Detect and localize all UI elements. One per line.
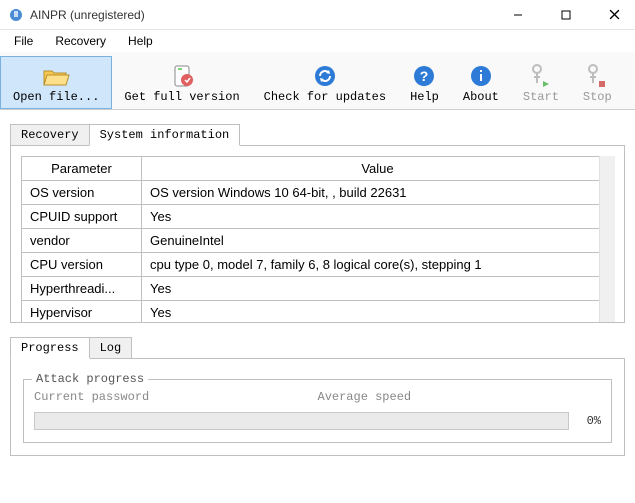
about-label: About: [463, 90, 499, 104]
help-button[interactable]: ? Help: [398, 56, 451, 109]
cell-value: OS version Windows 10 64-bit, , build 22…: [142, 181, 614, 205]
window-controls: [505, 2, 627, 28]
updates-icon: [311, 62, 339, 90]
menu-help[interactable]: Help: [118, 32, 163, 50]
progress-percent: 0%: [577, 414, 601, 428]
table-row[interactable]: CPUID supportYes: [22, 205, 614, 229]
average-speed-label: Average speed: [318, 390, 602, 404]
table-row[interactable]: CPU versioncpu type 0, model 7, family 6…: [22, 253, 614, 277]
cell-parameter: CPUID support: [22, 205, 142, 229]
open-icon: [42, 62, 70, 90]
system-information-panel: Parameter Value OS versionOS version Win…: [10, 145, 625, 323]
cell-value: cpu type 0, model 7, family 6, 8 logical…: [142, 253, 614, 277]
cell-value: Yes: [142, 205, 614, 229]
getfull-label: Get full version: [124, 90, 239, 104]
stop-label: Stop: [583, 90, 612, 104]
close-button[interactable]: [601, 2, 627, 28]
help-icon: ?: [410, 62, 438, 90]
maximize-button[interactable]: [553, 2, 579, 28]
getfull-button[interactable]: Get full version: [112, 56, 251, 109]
stop-button: Stop: [571, 56, 624, 109]
cell-parameter: OS version: [22, 181, 142, 205]
current-password-label: Current password: [34, 390, 318, 404]
window-title: AINPR (unregistered): [30, 8, 505, 22]
minimize-button[interactable]: [505, 2, 531, 28]
tab-progress[interactable]: Progress: [10, 337, 90, 359]
svg-text:?: ?: [420, 68, 429, 84]
system-info-table: Parameter Value OS versionOS version Win…: [21, 156, 614, 323]
bottom-tabs: Progress Log: [10, 337, 625, 359]
open-label: Open file...: [13, 90, 99, 104]
cell-parameter: Hypervisor: [22, 301, 142, 324]
table-row[interactable]: vendorGenuineIntel: [22, 229, 614, 253]
tab-log[interactable]: Log: [89, 337, 133, 359]
col-value[interactable]: Value: [142, 157, 614, 181]
attack-progress-legend: Attack progress: [32, 372, 148, 386]
progress-panel: Attack progress Current password Average…: [10, 358, 625, 456]
app-icon: [8, 7, 24, 23]
tab-recovery[interactable]: Recovery: [10, 124, 90, 146]
table-row[interactable]: OS versionOS version Windows 10 64-bit, …: [22, 181, 614, 205]
cell-value: Yes: [142, 301, 614, 324]
getfull-icon: [168, 62, 196, 90]
menubar: File Recovery Help: [0, 30, 635, 52]
menu-file[interactable]: File: [4, 32, 43, 50]
updates-label: Check for updates: [264, 90, 386, 104]
stop-icon: [583, 62, 611, 90]
attack-progress-group: Attack progress Current password Average…: [23, 379, 612, 443]
cell-parameter: Hyperthreadi...: [22, 277, 142, 301]
cell-parameter: CPU version: [22, 253, 142, 277]
start-label: Start: [523, 90, 559, 104]
table-row[interactable]: Hyperthreadi...Yes: [22, 277, 614, 301]
titlebar: AINPR (unregistered): [0, 0, 635, 30]
col-parameter[interactable]: Parameter: [22, 157, 142, 181]
scrollbar[interactable]: [599, 156, 615, 323]
about-icon: [467, 62, 495, 90]
help-label: Help: [410, 90, 439, 104]
cell-parameter: vendor: [22, 229, 142, 253]
cell-value: Yes: [142, 277, 614, 301]
toolbar: Open file... Get full version Check for up…: [0, 52, 635, 110]
open-button[interactable]: Open file...: [0, 56, 112, 109]
cell-value: GenuineIntel: [142, 229, 614, 253]
start-button: Start: [511, 56, 571, 109]
table-row[interactable]: HypervisorYes: [22, 301, 614, 324]
menu-recovery[interactable]: Recovery: [45, 32, 116, 50]
start-icon: [527, 62, 555, 90]
updates-button[interactable]: Check for updates: [252, 56, 398, 109]
tab-system-information[interactable]: System information: [89, 124, 241, 146]
top-tabs: Recovery System information: [10, 124, 625, 146]
about-button[interactable]: About: [451, 56, 511, 109]
progress-bar: [34, 412, 569, 430]
